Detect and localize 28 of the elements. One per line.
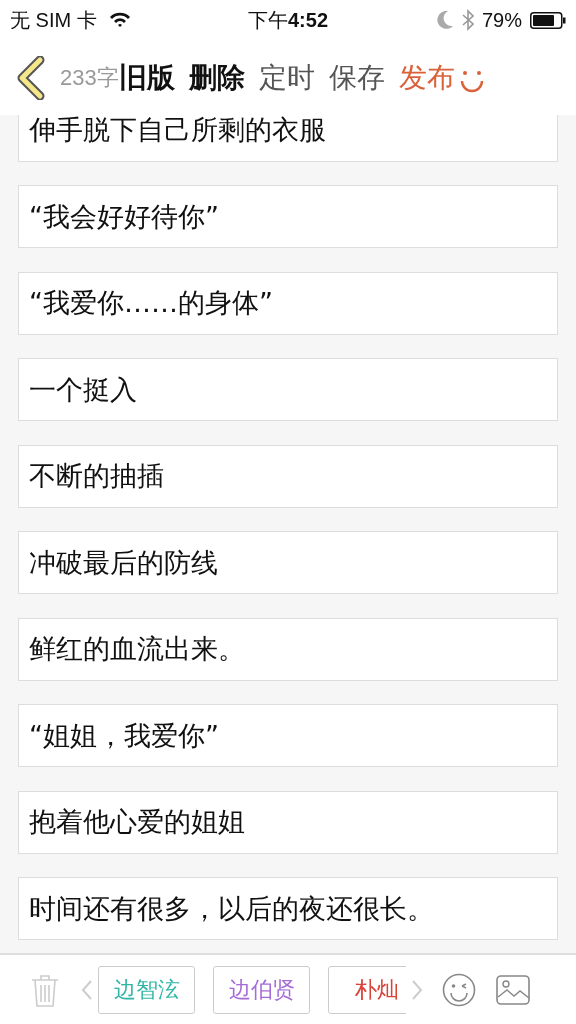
back-button[interactable] [16,55,46,100]
image-icon[interactable] [496,974,530,1005]
tag-chip[interactable]: 边伯贤 [213,965,310,1014]
battery-percent: 79% [481,8,522,32]
moon-icon [435,10,454,30]
toolbar-button[interactable]: 定时 [244,58,315,97]
paragraph-block[interactable]: 不断的抽插 [18,444,558,508]
paragraph-block[interactable]: 时间还有很多，以后的夜还很长。 [18,877,558,940]
toolbar-button[interactable]: 保存 [314,58,385,97]
paragraph-block[interactable]: “我爱你……的身体” [18,271,558,335]
carrier-text: 无 SIM 卡 [10,7,97,33]
emoji-icon[interactable] [442,972,476,1007]
toolbar-button[interactable]: 旧版 [118,58,175,97]
bluetooth-icon [461,9,474,31]
paragraph-block[interactable]: 冲破最后的防线 [18,531,558,594]
battery-icon [530,11,566,29]
paragraph-block[interactable]: “姐姐，我爱你” [18,704,558,767]
paragraph-block[interactable]: “我会好好待你” [18,185,558,248]
publish-button[interactable]: 发布 [384,58,455,97]
tag-chip[interactable]: 朴灿 [328,965,406,1014]
wifi-icon [108,12,131,28]
clock-text: 下午4:52 [248,7,328,33]
word-count: 233字 [60,63,119,92]
paragraph-block[interactable]: 伸手脱下自己所剩的衣服 [18,115,558,162]
paragraph-block[interactable]: 抱着他心爱的姐姐 [18,790,558,854]
paragraph-block[interactable]: 鲜红的血流出来。 [18,617,558,681]
paragraph-block[interactable]: 一个挺入 [18,358,558,421]
toolbar-button[interactable]: 删除 [174,58,245,97]
